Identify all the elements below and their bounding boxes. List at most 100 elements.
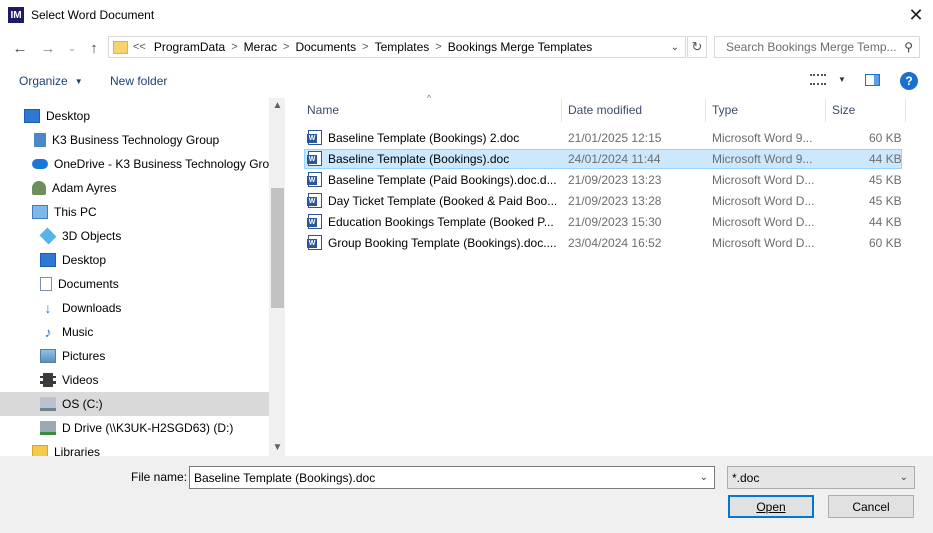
file-name-label: File name: — [131, 470, 188, 484]
file-size: 44 KB — [869, 152, 902, 166]
column-divider[interactable] — [825, 98, 826, 122]
nav-item-documents[interactable]: Documents — [40, 272, 119, 296]
nav-item-videos[interactable]: Videos — [40, 368, 98, 392]
file-name-value[interactable]: Baseline Template (Bookings).doc — [194, 471, 375, 485]
column-header-name[interactable]: Name — [307, 98, 339, 122]
breadcrumb-separator-icon[interactable]: > — [283, 41, 289, 53]
file-date: 21/09/2023 13:23 — [568, 173, 662, 187]
cancel-label: Cancel — [852, 499, 890, 514]
file-name: Baseline Template (Bookings).doc — [328, 152, 510, 166]
breadcrumb-documents[interactable]: Documents — [295, 40, 356, 54]
refresh-icon: ↻ — [691, 39, 703, 54]
column-divider[interactable] — [705, 98, 706, 122]
breadcrumb-templates[interactable]: Templates — [375, 40, 430, 54]
nav-item-pictures[interactable]: Pictures — [40, 344, 105, 368]
libraries-icon — [32, 445, 48, 456]
column-header-date-modified[interactable]: Date modified — [568, 98, 642, 122]
user-icon — [32, 181, 46, 195]
breadcrumb-overflow[interactable]: << — [133, 41, 146, 53]
chevron-down-icon: ▼ — [74, 76, 83, 86]
nav-item-label: K3 Business Technology Group — [52, 133, 220, 147]
scroll-up-icon[interactable]: ▲ — [271, 100, 284, 111]
nav-item-label: OS (C:) — [62, 397, 103, 411]
preview-pane-button[interactable] — [865, 74, 880, 86]
desktop-icon — [40, 253, 56, 267]
file-name-field[interactable]: Baseline Template (Bookings).doc ⌄ — [189, 466, 715, 489]
file-row-selected[interactable]: Baseline Template (Bookings).doc 24/01/2… — [304, 149, 902, 169]
file-type: Microsoft Word D... — [712, 194, 815, 208]
file-row[interactable]: Group Booking Template (Bookings).doc...… — [304, 233, 902, 253]
breadcrumb-separator-icon[interactable]: > — [362, 41, 368, 53]
file-size: 45 KB — [869, 173, 902, 187]
navigation-pane: Desktop K3 Business Technology Group One… — [0, 98, 285, 456]
forward-button[interactable]: → — [38, 37, 58, 59]
file-type: Microsoft Word 9... — [712, 152, 813, 166]
column-divider[interactable] — [905, 98, 906, 122]
search-box[interactable]: Search Bookings Merge Temp... ⚲ — [714, 36, 920, 58]
file-type: Microsoft Word D... — [712, 173, 815, 187]
nav-scrollbar-thumb[interactable] — [271, 188, 284, 308]
breadcrumb-separator-icon[interactable]: > — [231, 41, 237, 53]
videos-icon — [40, 373, 56, 387]
breadcrumb-programdata[interactable]: ProgramData — [154, 40, 225, 54]
file-size: 45 KB — [869, 194, 902, 208]
sort-ascending-icon: ^ — [427, 93, 432, 103]
refresh-button[interactable]: ↻ — [687, 36, 707, 58]
column-divider[interactable] — [561, 98, 562, 122]
nav-item-os-c[interactable]: OS (C:) — [0, 392, 269, 416]
file-size: 60 KB — [869, 131, 902, 145]
file-row[interactable]: Day Ticket Template (Booked & Paid Boo..… — [304, 191, 902, 211]
organize-button[interactable]: Organize ▼ — [19, 74, 83, 88]
file-type: Microsoft Word D... — [712, 236, 815, 250]
nav-item-adam-ayres[interactable]: Adam Ayres — [32, 176, 116, 200]
scroll-down-icon[interactable]: ▼ — [271, 442, 284, 453]
column-header-size[interactable]: Size — [832, 98, 855, 122]
close-button[interactable]: ✕ — [903, 3, 929, 27]
recent-locations-button[interactable]: ⌄ — [62, 37, 82, 59]
open-button[interactable]: Open — [728, 495, 814, 518]
pictures-icon — [40, 349, 56, 363]
nav-item-label: Libraries — [54, 445, 101, 456]
nav-item-3d-objects[interactable]: 3D Objects — [39, 224, 121, 248]
network-drive-icon — [40, 421, 56, 435]
word-document-icon — [307, 235, 322, 250]
new-folder-button[interactable]: New folder — [110, 74, 167, 88]
back-button[interactable]: ← — [10, 37, 30, 59]
nav-item-this-pc[interactable]: This PC — [32, 200, 97, 224]
arrow-left-icon: ← — [12, 39, 28, 57]
file-name: Baseline Template (Bookings) 2.doc — [328, 131, 520, 145]
column-header-type[interactable]: Type — [712, 98, 738, 122]
search-input[interactable]: Search Bookings Merge Temp... — [726, 40, 896, 54]
nav-item-k3-business[interactable]: K3 Business Technology Group — [34, 128, 219, 152]
cancel-button[interactable]: Cancel — [828, 495, 914, 518]
nav-item-label: Desktop — [46, 109, 91, 123]
chevron-down-icon[interactable]: ⌄ — [700, 472, 708, 483]
nav-item-desktop[interactable]: Desktop — [24, 104, 90, 128]
arrow-right-icon: → — [40, 39, 56, 57]
nav-item-libraries[interactable]: Libraries — [32, 440, 100, 456]
nav-item-onedrive[interactable]: OneDrive - K3 Business Technology Grou — [32, 152, 276, 176]
word-document-icon — [307, 151, 322, 166]
file-type: Microsoft Word D... — [712, 215, 815, 229]
file-type-select[interactable]: *.doc ⌄ — [727, 466, 915, 489]
nav-item-music[interactable]: ♪ Music — [40, 320, 94, 344]
file-name: Baseline Template (Paid Bookings).doc.d.… — [328, 173, 556, 187]
address-dropdown-icon[interactable]: ⌄ — [671, 42, 679, 53]
breadcrumb-bookings-merge-templates[interactable]: Bookings Merge Templates — [448, 40, 593, 54]
file-row[interactable]: Baseline Template (Bookings) 2.doc 21/01… — [304, 128, 902, 148]
chevron-down-icon: ▼ — [838, 75, 846, 84]
file-row[interactable]: Baseline Template (Paid Bookings).doc.d.… — [304, 170, 902, 190]
nav-item-desktop-pc[interactable]: Desktop — [40, 248, 106, 272]
word-document-icon — [307, 193, 322, 208]
address-bar[interactable]: << ProgramData > Merac > Documents > Tem… — [108, 36, 686, 58]
help-button[interactable]: ? — [900, 72, 918, 90]
breadcrumb-merac[interactable]: Merac — [244, 40, 277, 54]
up-button[interactable]: ↑ — [84, 37, 104, 59]
view-list-icon — [810, 74, 826, 85]
breadcrumb-separator-icon[interactable]: > — [435, 41, 441, 53]
nav-item-d-drive[interactable]: D Drive (\\K3UK-H2SGD63) (D:) — [40, 416, 233, 440]
file-size: 44 KB — [869, 215, 902, 229]
change-view-button[interactable]: ▼ — [810, 74, 846, 85]
file-row[interactable]: Education Bookings Template (Booked P...… — [304, 212, 902, 232]
nav-item-downloads[interactable]: ↓ Downloads — [40, 296, 122, 320]
